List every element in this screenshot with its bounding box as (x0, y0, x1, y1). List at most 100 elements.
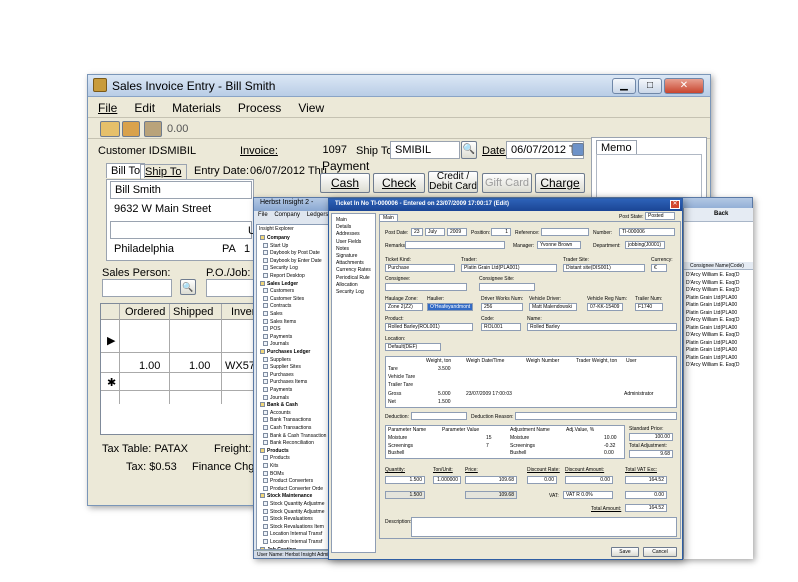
code-field[interactable]: ROL001 (481, 323, 521, 331)
table-row[interactable]: Platin Grain Ltd(PLA00 (686, 347, 737, 353)
menu-view[interactable]: View (298, 101, 324, 115)
tree-item[interactable]: Product Converter Orde (263, 485, 323, 492)
tree-group[interactable]: Sales Ledger (260, 280, 298, 287)
menu-file[interactable]: File (98, 101, 117, 115)
ticket-nav-item[interactable]: Signature (336, 253, 357, 259)
tree-item[interactable]: Start Up (263, 242, 288, 249)
tree-item[interactable]: Accounts (263, 409, 291, 416)
vehicle-reg-field[interactable]: 07-KK-15409 (587, 303, 623, 311)
tree-item[interactable]: BOMs (263, 470, 284, 477)
invoice-field[interactable]: 1097 (276, 141, 352, 159)
bill-name-field[interactable]: Bill Smith (110, 181, 252, 199)
vat-field[interactable]: VAT R 0.0% (563, 491, 613, 499)
tree-item[interactable]: Stock Revaluations Item (263, 523, 324, 530)
driver-works-field[interactable]: 256 (481, 303, 523, 311)
weigh-row-datetime[interactable]: 23/07/2009 17:00:03 (466, 391, 512, 397)
bill-address2-field[interactable] (110, 221, 252, 239)
invoice-tool-icon[interactable] (100, 121, 120, 137)
tree-item[interactable]: Location Internal Transf (263, 531, 322, 537)
ticket-nav-item[interactable]: Main (336, 217, 347, 223)
post-day-field[interactable]: 23 (411, 228, 423, 236)
table-row[interactable]: D'Arcy William E. Esq(D (686, 317, 739, 323)
credit-card-button[interactable]: Credit / Debit Card (428, 171, 478, 193)
param-cell-name[interactable]: Moisture (388, 435, 407, 441)
minimize-icon[interactable]: ▁ (612, 78, 636, 94)
tree-item[interactable]: Location Internal Transf (263, 539, 322, 545)
ticket-nav-item[interactable]: User Fields (336, 239, 361, 245)
table-row[interactable]: Platin Grain Ltd(PLA00 (686, 295, 737, 301)
table-row[interactable]: D'Arcy William E. Esq(D (686, 362, 739, 368)
param-cell-value[interactable]: 15 (486, 435, 492, 441)
tree-group[interactable]: Bank & Cash (260, 402, 298, 408)
table-row[interactable]: Platin Grain Ltd(PLA00 (686, 355, 737, 361)
tree-item[interactable]: Purchases Items (263, 379, 307, 385)
param-cell-adjval[interactable]: -0.32 (604, 443, 615, 449)
tree-item[interactable]: Customer Sites (263, 295, 304, 302)
bill-state-field[interactable]: PA (218, 241, 238, 259)
reference-field[interactable] (541, 228, 589, 236)
tree-item[interactable]: Payments (263, 387, 292, 393)
name-field[interactable]: Rolled Barley (527, 323, 677, 331)
sales-person-search-icon[interactable]: 🔍 (180, 279, 196, 295)
ticket-nav-item[interactable]: Currency Rates (336, 267, 371, 273)
description-field[interactable] (411, 517, 677, 537)
menu-materials[interactable]: Materials (172, 101, 221, 115)
tree-item[interactable]: Customers (263, 288, 294, 294)
gift-card-button[interactable]: Gift Card (482, 173, 532, 193)
tree-item[interactable]: Contracts (263, 303, 291, 309)
bill-street-field[interactable]: 9632 W Main Street (110, 201, 252, 219)
ticket-title-bar[interactable]: Ticket In No TI-000006 - Entered on 23/0… (329, 199, 682, 211)
bill-zip-field[interactable]: 1 (240, 241, 254, 259)
customer-id-value[interactable]: SMIBIL (160, 145, 196, 157)
tab-main[interactable]: Main (379, 214, 398, 221)
cash-button[interactable]: Cash (320, 173, 370, 193)
maximize-icon[interactable]: □ (638, 78, 662, 94)
tree-item[interactable]: Bank & Cash Transaction (263, 432, 326, 439)
param-cell-name[interactable]: Screenings (388, 443, 413, 449)
total-amount-field[interactable]: 164.52 (625, 504, 667, 512)
deduction-field[interactable] (411, 412, 467, 420)
tree-item[interactable]: Stock Quantity Adjustme (263, 501, 324, 507)
post-year-field[interactable]: 2009 (447, 228, 467, 236)
tree-item[interactable]: Supplier Sites (263, 364, 301, 370)
total-adjustment-field[interactable]: 9.68 (629, 450, 673, 458)
tree-item[interactable]: Stock Quantity Adjustme (263, 508, 324, 515)
sales-person-field[interactable] (102, 279, 172, 297)
tree-item[interactable]: Product Converters (263, 478, 313, 484)
haulage-zone-field[interactable]: Zone 2(Z2) (385, 303, 423, 311)
tree-item[interactable]: Report Desktop (263, 273, 305, 279)
cancel-button[interactable]: Cancel (643, 547, 677, 557)
herbst-menu-file[interactable]: File (258, 212, 268, 218)
position-field[interactable]: 1 (491, 228, 511, 236)
tree-item[interactable]: Journals (263, 394, 289, 401)
table-row[interactable]: D'Arcy William E. Esq(D (686, 280, 739, 286)
tree-item[interactable]: Daybook by Enter Date (263, 257, 322, 264)
number-field[interactable]: TI-000006 (619, 228, 675, 236)
param-cell-adj[interactable]: Moisture (510, 435, 529, 441)
quantity-field[interactable]: 1.500 (385, 476, 425, 484)
weigh-row-weight[interactable]: 5.000 (438, 391, 451, 397)
location-field[interactable]: Default(DEF) (385, 343, 441, 351)
check-button[interactable]: Check (373, 173, 425, 193)
currency-field[interactable]: € (651, 264, 667, 272)
tree-item[interactable]: Daybook by Post Date (263, 250, 320, 256)
ticket-nav-item[interactable]: Attachments (336, 260, 364, 266)
tree-item[interactable]: POS (263, 326, 281, 332)
tree-group[interactable]: Purchases Ledger (260, 349, 310, 355)
tree-item[interactable]: Sales (263, 311, 283, 317)
param-cell-adj[interactable]: Screenings (510, 443, 535, 449)
level-tool-icon[interactable] (122, 121, 140, 137)
sales-title-bar[interactable]: Sales Invoice Entry - Bill Smith ▁ □ ✕ (88, 75, 710, 97)
table-row[interactable]: Platin Grain Ltd(PLA00 (686, 302, 737, 308)
ton-unit-field[interactable]: 1.000000 (433, 476, 461, 484)
param-cell-adj[interactable]: Bushell (510, 450, 526, 456)
price-field[interactable]: 109.68 (465, 476, 517, 484)
ticket-nav-item[interactable]: Security Log (336, 289, 364, 295)
tree-item[interactable]: Journals (263, 341, 289, 347)
table-row[interactable]: D'Arcy William E. Esq(D (686, 272, 739, 278)
tree-item[interactable]: Bank Transactions (263, 417, 311, 423)
param-cell-adjval[interactable]: 10.00 (604, 435, 617, 441)
tree-item[interactable]: Sales Items (263, 318, 296, 325)
tree-group[interactable]: Products (260, 447, 289, 454)
shoe-tool-icon[interactable] (144, 121, 162, 137)
